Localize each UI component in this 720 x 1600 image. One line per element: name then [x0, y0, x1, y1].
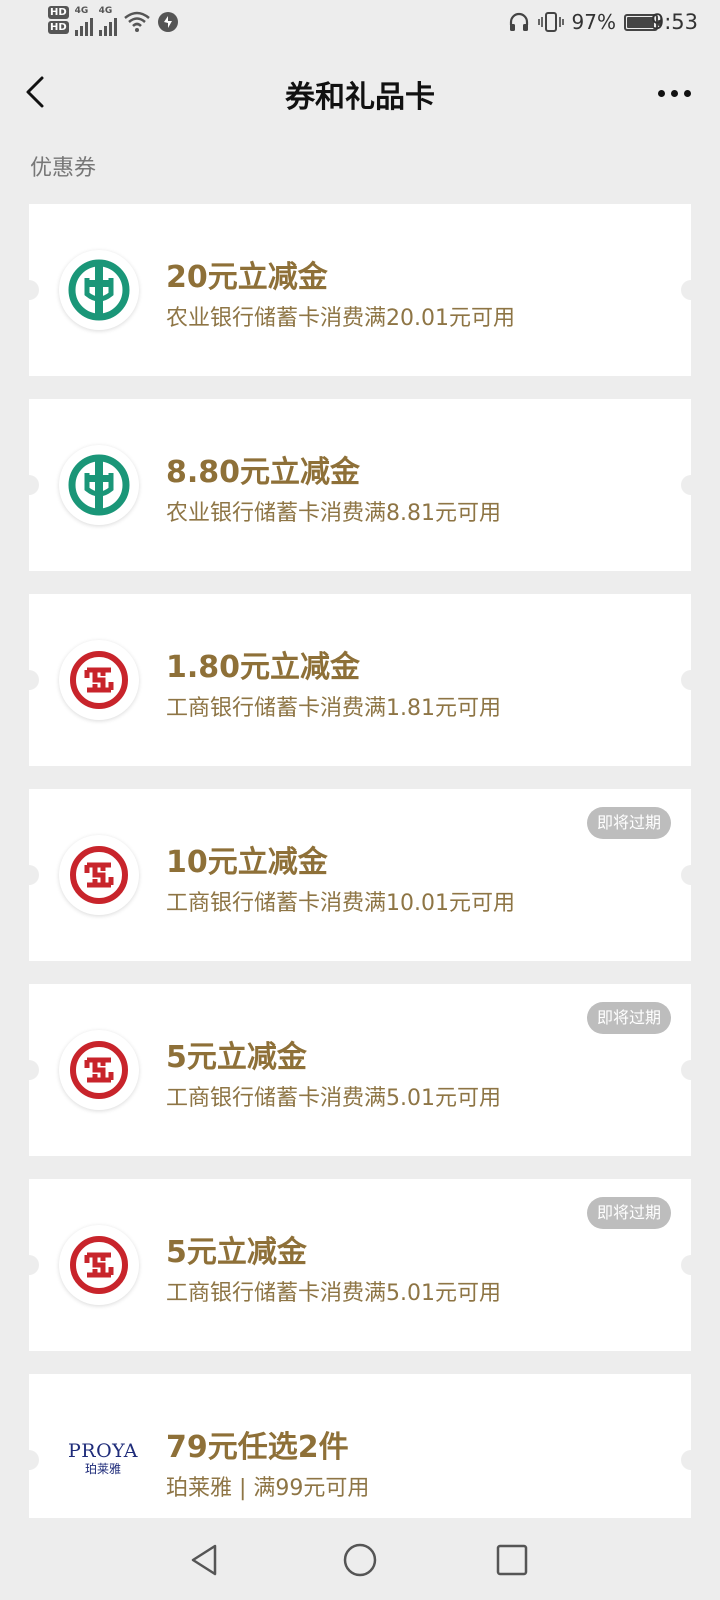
hd-badge: HD: [48, 21, 69, 34]
ticket-notch: [681, 280, 701, 300]
ticket-notch: [19, 670, 39, 690]
expiring-soon-badge: 即将过期: [586, 1197, 671, 1229]
nav-recents-button[interactable]: [490, 1538, 534, 1582]
coupon-title: 5元立减金: [166, 1235, 307, 1270]
coupon-card[interactable]: 即将过期 10元立减金 工商银行储蓄卡消费满10.01元可用: [19, 789, 701, 961]
coupon-list: 20元立减金 农业银行储蓄卡消费满20.01元可用 8.80元立减金 农业银行储…: [19, 204, 701, 1569]
proya-logo-text-en: PROYA: [68, 1440, 138, 1462]
coupon-title: 8.80元立减金: [166, 455, 361, 490]
coupon-card[interactable]: 即将过期 5元立减金 工商银行储蓄卡消费满5.01元可用: [19, 1179, 701, 1351]
ticket-notch: [681, 1060, 701, 1080]
signal-icon: 4G: [74, 6, 93, 36]
coupon-subtitle: 工商银行储蓄卡消费满5.01元可用: [166, 1086, 501, 1111]
ticket-notch: [681, 1255, 701, 1275]
hd-indicators: HD HD: [48, 6, 69, 34]
triangle-back-icon: [191, 1544, 217, 1576]
network-type-label: 4G: [98, 6, 113, 16]
more-options-button[interactable]: [654, 78, 694, 108]
ticket-notch: [19, 1060, 39, 1080]
data-saver-icon: [157, 12, 178, 32]
circle-home-icon: [343, 1543, 377, 1577]
clock: 9:53: [650, 10, 698, 34]
icbc-bank-logo-icon: [59, 1225, 139, 1305]
status-bar: HD HD 4G 4G 97% 9:53: [0, 0, 720, 50]
more-dot-icon: [657, 89, 665, 97]
more-dot-icon: [670, 89, 678, 97]
abc-bank-logo-icon: [59, 250, 139, 330]
header: 券和礼品卡: [0, 50, 720, 134]
coupon-card[interactable]: 20元立减金 农业银行储蓄卡消费满20.01元可用: [19, 204, 701, 376]
coupon-subtitle: 农业银行储蓄卡消费满20.01元可用: [166, 306, 515, 331]
abc-bank-logo-icon: [59, 445, 139, 525]
ticket-notch: [681, 1450, 701, 1470]
icbc-bank-logo-icon: [59, 835, 139, 915]
headphones-icon: [509, 12, 528, 31]
coupon-title: 20元立减金: [166, 260, 328, 295]
ticket-notch: [19, 475, 39, 495]
wifi-icon: [123, 11, 150, 32]
coupon-title: 10元立减金: [166, 845, 328, 880]
square-recents-icon: [496, 1544, 528, 1576]
proya-brand-logo-icon: PROYA 珀莱雅: [67, 1440, 139, 1476]
signal-icon: 4G: [98, 6, 117, 36]
coupon-title: 1.80元立减金: [166, 650, 361, 685]
section-label-coupons: 优惠券: [30, 156, 97, 181]
hd-badge: HD: [48, 6, 69, 19]
nav-back-button[interactable]: [183, 1538, 227, 1582]
coupon-subtitle: 工商银行储蓄卡消费满10.01元可用: [166, 891, 515, 916]
ticket-notch: [681, 475, 701, 495]
nav-home-button[interactable]: [338, 1538, 382, 1582]
coupon-card[interactable]: 8.80元立减金 农业银行储蓄卡消费满8.81元可用: [19, 399, 701, 571]
coupon-subtitle: 工商银行储蓄卡消费满1.81元可用: [166, 696, 501, 721]
coupon-title: 79元任选2件: [166, 1430, 349, 1465]
network-type-label: 4G: [74, 6, 89, 16]
ticket-notch: [19, 865, 39, 885]
ticket-notch: [19, 1450, 39, 1470]
status-right: 97%: [508, 10, 661, 34]
ticket-notch: [19, 280, 39, 300]
ticket-notch: [681, 865, 701, 885]
icbc-bank-logo-icon: [59, 640, 139, 720]
coupon-subtitle: 农业银行储蓄卡消费满8.81元可用: [166, 501, 501, 526]
icbc-bank-logo-icon: [59, 1030, 139, 1110]
ticket-notch: [19, 1255, 39, 1275]
battery-percent: 97%: [571, 10, 616, 34]
coupon-card[interactable]: 1.80元立减金 工商银行储蓄卡消费满1.81元可用: [19, 594, 701, 766]
expiring-soon-badge: 即将过期: [586, 807, 671, 839]
status-left: HD HD 4G 4G: [48, 6, 179, 36]
vibrate-icon: [537, 12, 564, 32]
coupon-title: 5元立减金: [166, 1040, 307, 1075]
coupon-subtitle: 珀莱雅 | 满99元可用: [166, 1476, 370, 1501]
ticket-notch: [681, 670, 701, 690]
system-nav-bar: [0, 1518, 720, 1600]
page-title: 券和礼品卡: [285, 80, 435, 115]
proya-logo-text-cn: 珀莱雅: [84, 1462, 121, 1476]
expiring-soon-badge: 即将过期: [586, 1002, 671, 1034]
coupon-card[interactable]: 即将过期 5元立减金 工商银行储蓄卡消费满5.01元可用: [19, 984, 701, 1156]
more-dot-icon: [683, 89, 691, 97]
coupon-subtitle: 工商银行储蓄卡消费满5.01元可用: [166, 1281, 501, 1306]
